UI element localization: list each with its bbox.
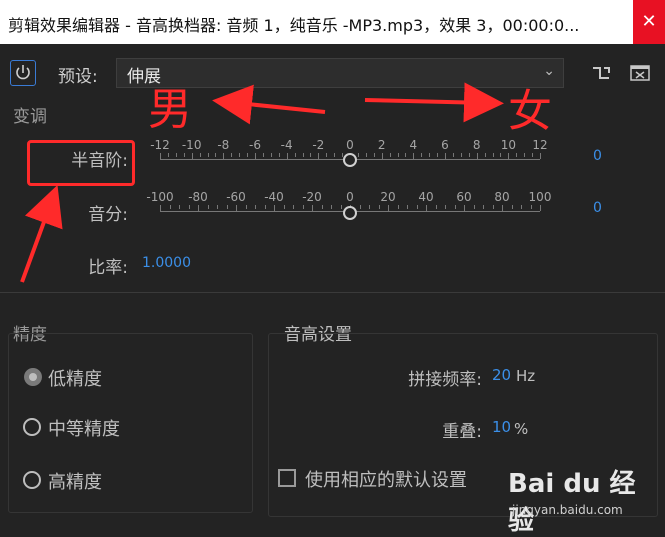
arrow-up-annotation [20,184,63,283]
baidu-watermark: Bai du 经验 jingyan.baidu.com [508,463,658,536]
annotation-arrows [20,82,504,283]
arrow-left-annotation [212,84,326,125]
watermark-url: jingyan.baidu.com [512,503,623,517]
arrow-right-annotation [364,82,504,123]
watermark-brand: Bai du 经验 [508,469,636,536]
